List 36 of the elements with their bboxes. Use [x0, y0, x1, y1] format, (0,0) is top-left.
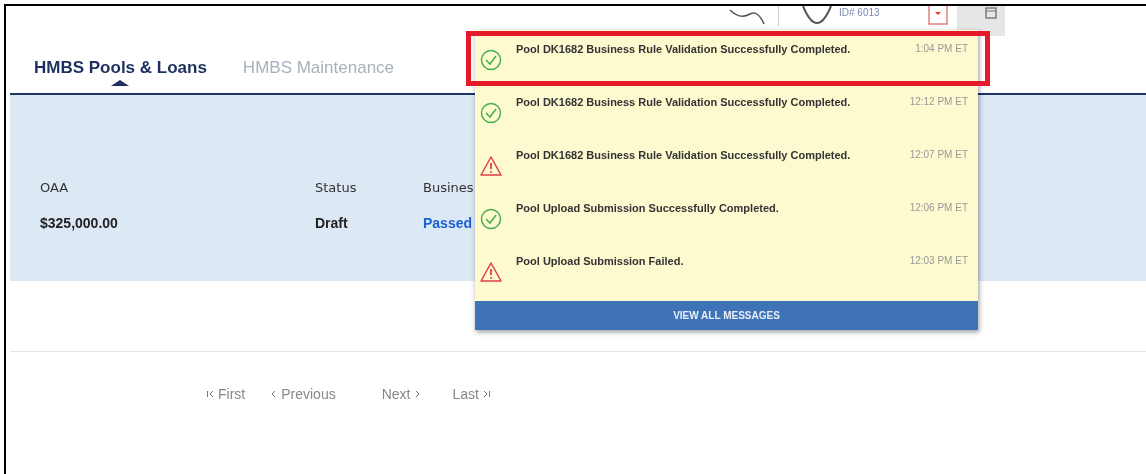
message-text: Pool DK1682 Business Rule Validation Successfully Completed.	[516, 149, 852, 161]
message-time: 12:03 PM ET	[908, 255, 968, 266]
notification-item[interactable]: Pool Upload Submission Failed. 12:03 PM ET	[475, 242, 978, 295]
field-label: OAA	[40, 180, 70, 195]
view-all-button[interactable]: VIEW ALL MESSAGES	[475, 301, 978, 330]
message-text: Pool Upload Submission Successfully Completed.	[516, 202, 780, 214]
field-value: $325,000.00	[40, 215, 119, 231]
message-time: 12:06 PM ET	[908, 202, 968, 213]
message-text: Pool DK1682 Business Rule Validation Successfully Completed.	[516, 96, 852, 108]
tab[interactable]: HMBS Pools & Loans	[34, 58, 207, 84]
notification-item[interactable]: Pool DK1682 Business Rule Validation Successfully Completed. 12:12 PM ET	[475, 83, 978, 136]
pager-link[interactable]: Next	[381, 386, 423, 402]
message-time: 12:12 PM ET	[908, 96, 968, 107]
field-label: Busines	[423, 180, 474, 195]
message-time: 1:04 PM ET	[914, 43, 968, 54]
box-icon	[985, 7, 997, 19]
pager-link[interactable]: Previous	[269, 386, 336, 402]
pager-link[interactable]: Last	[452, 386, 491, 402]
status-link[interactable]: Passed	[423, 215, 474, 231]
notification-item[interactable]: Pool DK1682 Business Rule Validation Successfully Completed. 1:04 PM ET	[475, 30, 978, 83]
success-icon	[480, 49, 502, 71]
message-text: Pool DK1682 Business Rule Validation Successfully Completed.	[516, 43, 852, 55]
field-value: Draft	[315, 215, 349, 231]
success-icon	[480, 102, 502, 124]
user-id: ID# 6013	[839, 7, 881, 18]
success-icon	[480, 208, 502, 230]
message-time: 12:07 PM ET	[908, 149, 968, 160]
warning-icon	[480, 155, 502, 177]
notification-item[interactable]: Pool DK1682 Business Rule Validation Successfully Completed. 12:07 PM ET	[475, 136, 978, 189]
notification-item[interactable]: Pool Upload Submission Successfully Completed. 12:06 PM ET	[475, 189, 978, 242]
chevron-right-icon	[481, 389, 491, 399]
message-text: Pool Upload Submission Failed.	[516, 255, 685, 267]
warning-icon	[480, 261, 502, 283]
chevron-left-icon	[206, 389, 215, 399]
field-label: Status	[315, 180, 358, 195]
pager-link[interactable]: First	[206, 386, 246, 402]
